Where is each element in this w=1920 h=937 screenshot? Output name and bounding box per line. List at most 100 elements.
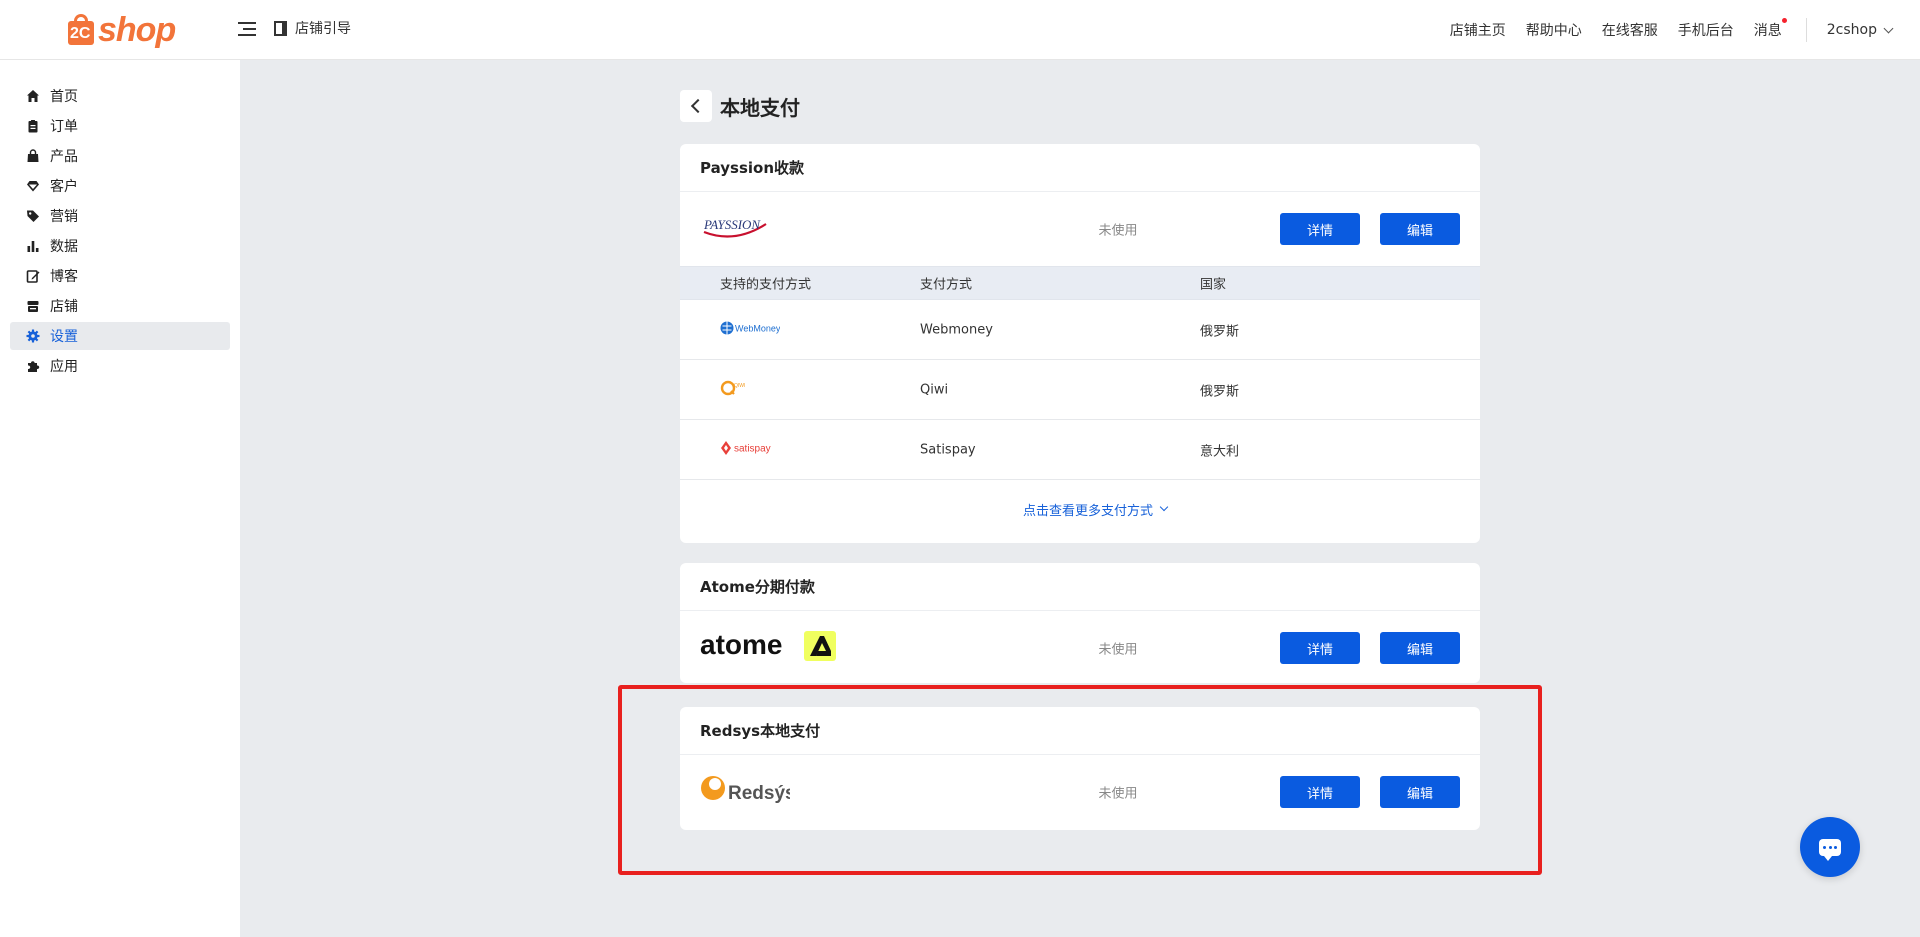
sidebar-item-label: 设置	[50, 329, 78, 345]
card-title: Atome分期付款	[680, 563, 1480, 611]
sidebar-item-settings[interactable]: 设置	[10, 322, 230, 350]
page-header: 本地支付	[680, 90, 800, 122]
sidebar-item-label: 产品	[50, 149, 78, 165]
sidebar-item-orders[interactable]: 订单	[10, 112, 230, 140]
page-title: 本地支付	[720, 95, 800, 120]
payssion-card: Payssion收款 PAYSSION 未使用 详情 编辑 支持的支付方式 支付…	[680, 144, 1480, 543]
tag-icon	[26, 209, 40, 223]
redsys-logo-text: Redsýs	[728, 783, 790, 804]
nav-mobile-admin[interactable]: 手机后台	[1678, 20, 1734, 40]
satispay-logo-text: satispay	[734, 443, 771, 454]
chat-bubble-icon	[1819, 838, 1841, 861]
country-name: 俄罗斯	[1200, 324, 1240, 339]
view-more-methods-link[interactable]: 点击查看更多支付方式	[680, 480, 1480, 538]
redsys-row: Redsýs 未使用 详情 编辑	[680, 755, 1480, 829]
card-title: Payssion收款	[680, 144, 1480, 192]
chevron-down-icon	[1159, 502, 1169, 512]
country-name: 俄罗斯	[1200, 384, 1240, 399]
menu-toggle-icon[interactable]	[238, 20, 256, 38]
chevron-left-icon	[690, 98, 706, 114]
sidebar-item-data[interactable]: 数据	[10, 232, 230, 260]
puzzle-icon	[26, 359, 40, 373]
redsys-logo: Redsýs	[700, 773, 796, 811]
method-name: Satispay	[920, 442, 976, 457]
card-title: Redsys本地支付	[680, 707, 1480, 755]
sidebar-item-customers[interactable]: 客户	[10, 172, 230, 200]
sidebar-item-marketing[interactable]: 营销	[10, 202, 230, 230]
table-row: QIWI Qiwi 俄罗斯	[680, 360, 1480, 420]
sidebar-item-label: 应用	[50, 359, 78, 375]
details-button[interactable]: 详情	[1280, 632, 1360, 664]
payssion-logo: PAYSSION	[700, 210, 770, 248]
sidebar-item-products[interactable]: 产品	[10, 142, 230, 170]
payssion-row: PAYSSION 未使用 详情 编辑	[680, 192, 1480, 266]
webmoney-logo-text: WebMoney	[735, 323, 780, 333]
logo-num: 2C	[70, 25, 91, 42]
sidebar-item-store[interactable]: 店铺	[10, 292, 230, 320]
atome-logo-text: atome	[700, 629, 782, 660]
logo[interactable]: 2C shop	[66, 10, 176, 50]
sidebar-item-label: 营销	[50, 209, 78, 225]
edit-icon	[26, 269, 40, 283]
edit-button[interactable]: 编辑	[1380, 776, 1460, 808]
chat-button[interactable]	[1800, 817, 1860, 877]
book-icon	[274, 20, 287, 36]
status-badge: 未使用	[1098, 786, 1138, 802]
country-name: 意大利	[1200, 444, 1240, 459]
col-header-supported: 支持的支付方式	[720, 277, 812, 293]
atome-row: atome 未使用 详情 编辑	[680, 611, 1480, 683]
table-header: 支持的支付方式 支付方式 国家	[680, 266, 1480, 300]
nav-messages-label: 消息	[1753, 23, 1782, 39]
view-more-label: 点击查看更多支付方式	[1022, 503, 1153, 519]
bar-chart-icon	[26, 239, 40, 253]
logo-text: shop	[98, 10, 176, 49]
payssion-logo-text: PAYSSION	[703, 217, 761, 232]
gear-icon	[26, 329, 40, 343]
store-guide-link[interactable]: 店铺引导	[274, 18, 351, 38]
status-badge: 未使用	[1098, 642, 1138, 658]
col-header-method: 支付方式	[920, 277, 973, 293]
sidebar: 首页 订单 产品 客户 营销 数据 博客 店铺 设置 应用	[0, 60, 240, 937]
edit-button[interactable]: 编辑	[1380, 213, 1460, 245]
details-button[interactable]: 详情	[1280, 776, 1360, 808]
sidebar-item-apps[interactable]: 应用	[10, 352, 230, 380]
sidebar-item-label: 订单	[50, 119, 78, 135]
details-button[interactable]: 详情	[1280, 213, 1360, 245]
chevron-down-icon	[1883, 23, 1894, 33]
edit-button[interactable]: 编辑	[1380, 632, 1460, 664]
sidebar-item-label: 客户	[50, 179, 78, 195]
clipboard-icon	[26, 119, 40, 133]
table-row: WebMoney Webmoney 俄罗斯	[680, 300, 1480, 360]
redsys-card: Redsys本地支付 Redsýs 未使用 详情 编辑	[680, 707, 1480, 830]
home-icon	[26, 89, 40, 103]
sidebar-item-label: 首页	[50, 89, 78, 105]
table-row: satispay Satispay 意大利	[680, 420, 1480, 480]
sidebar-item-home[interactable]: 首页	[10, 82, 230, 110]
store-guide-label: 店铺引导	[295, 21, 351, 37]
status-badge: 未使用	[1098, 223, 1138, 239]
sidebar-item-blog[interactable]: 博客	[10, 262, 230, 290]
nav-messages[interactable]: 消息	[1753, 18, 1787, 40]
bag-icon	[26, 149, 40, 163]
supported-methods-table: 支持的支付方式 支付方式 国家 WebMoney Webmoney 俄罗斯 QI…	[680, 266, 1480, 538]
diamond-icon	[26, 179, 40, 193]
top-header: 2C shop 店铺引导 店铺主页 帮助中心 在线客服 手机后台 消息 2csh…	[0, 0, 1920, 60]
col-header-country: 国家	[1200, 277, 1227, 293]
logo-bag-icon: 2C	[66, 13, 96, 47]
atome-card: Atome分期付款 atome 未使用 详情 编辑	[680, 563, 1480, 683]
back-button[interactable]	[680, 90, 712, 122]
method-name: Qiwi	[920, 382, 949, 397]
unread-dot	[1781, 18, 1787, 23]
nav-help-center[interactable]: 帮助中心	[1526, 20, 1582, 40]
nav-online-service[interactable]: 在线客服	[1602, 20, 1658, 40]
qiwi-logo: QIWI	[720, 378, 760, 402]
top-nav: 店铺主页 帮助中心 在线客服 手机后台 消息 2cshop	[1450, 0, 1920, 60]
webmoney-logo: WebMoney	[720, 319, 781, 341]
atome-logo: atome	[700, 629, 840, 667]
user-menu[interactable]: 2cshop	[1826, 22, 1894, 38]
nav-store-home[interactable]: 店铺主页	[1450, 20, 1506, 40]
user-name: 2cshop	[1826, 22, 1877, 38]
sidebar-item-label: 店铺	[50, 299, 78, 315]
method-name: Webmoney	[920, 322, 993, 337]
satispay-logo: satispay	[720, 439, 780, 461]
